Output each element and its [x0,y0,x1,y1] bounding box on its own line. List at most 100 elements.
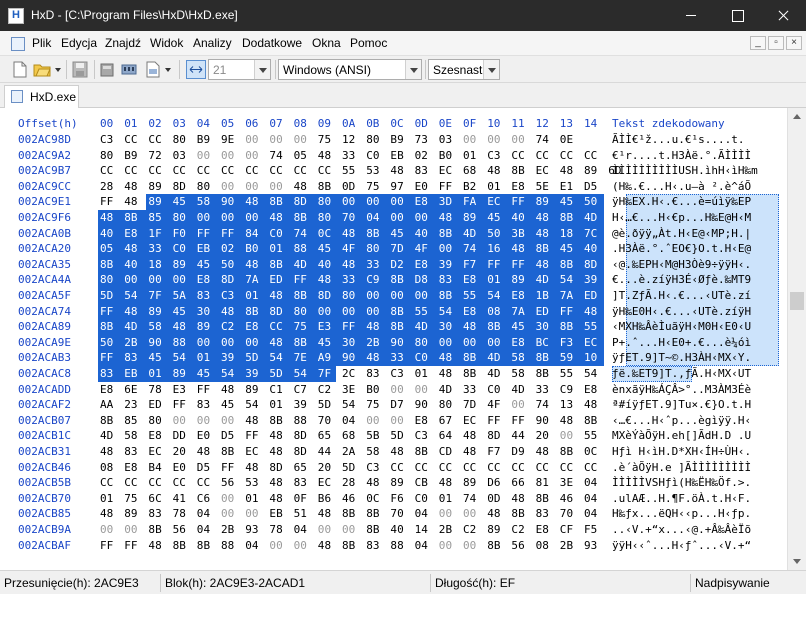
hex-byte[interactable]: 4D [124,320,147,333]
row-offset[interactable]: 002ACA9E [18,336,71,349]
hex-byte[interactable]: 48 [487,507,510,520]
hex-byte[interactable]: 00 [294,133,317,146]
hex-byte[interactable]: 39 [245,367,268,380]
hex-byte[interactable]: F7 [463,258,486,271]
hex-byte[interactable]: 48 [536,227,559,240]
hex-byte[interactable]: B9 [197,133,220,146]
row-offset[interactable]: 002ACADD [18,383,71,396]
hex-byte[interactable]: 83 [148,507,171,520]
hex-byte[interactable]: 01 [245,289,268,302]
hex-byte[interactable]: 00 [245,211,268,224]
hex-byte[interactable]: 75 [366,398,389,411]
hex-byte[interactable]: 39 [221,351,244,364]
row-decoded-text[interactable]: .ulAÆ..H.¶F.öÀ.t.H‹F. [612,492,751,505]
hex-byte[interactable]: 48 [173,320,196,333]
mdi-minimize-button[interactable]: _ [750,36,766,50]
hex-byte[interactable]: 80 [439,398,462,411]
hex-byte[interactable]: CC [197,164,220,177]
row-offset[interactable]: 002ACAB3 [18,351,71,364]
hex-byte[interactable]: 8D [269,305,292,318]
hex-byte[interactable]: CB [415,476,438,489]
hex-byte[interactable]: 8D [294,195,317,208]
hex-byte[interactable]: CC [536,149,559,162]
hex-byte[interactable]: EC [318,476,341,489]
hex-byte[interactable]: C2 [511,523,534,536]
hex-byte[interactable]: C3 [487,149,510,162]
scroll-thumb[interactable] [790,292,804,310]
hex-byte[interactable]: EB [197,242,220,255]
hex-byte[interactable]: 01 [100,492,123,505]
hex-byte[interactable]: 5D [390,429,413,442]
hex-byte[interactable]: 81 [536,476,559,489]
hex-byte[interactable]: 70 [390,507,413,520]
hex-byte[interactable]: 48 [245,258,268,271]
row-offset[interactable]: 002ACA5F [18,289,71,302]
hex-byte[interactable]: 00 [463,336,486,349]
hex-byte[interactable]: 4D [100,429,123,442]
hex-byte[interactable]: 90 [221,195,244,208]
hex-byte[interactable]: 89 [197,320,220,333]
hex-byte[interactable]: 23 [124,398,147,411]
minimize-button[interactable] [668,0,714,31]
hex-byte[interactable]: 00 [366,289,389,302]
hex-byte[interactable]: 48 [318,539,341,552]
hex-byte[interactable]: D7 [390,398,413,411]
disk-icon[interactable] [98,61,116,78]
tab-hxd-exe[interactable]: HxD.exe [4,85,79,108]
hex-byte[interactable]: 00 [390,211,413,224]
row-decoded-text[interactable]: ]T.ZƒÃ.H‹.€...‹UTè.zí [612,289,751,302]
hex-byte[interactable]: 48 [100,507,123,520]
hex-byte[interactable]: FF [100,351,123,364]
hex-byte[interactable]: 40 [584,242,607,255]
hex-byte[interactable]: 01 [269,398,292,411]
hex-byte[interactable]: 89 [245,383,268,396]
hex-byte[interactable]: 54 [245,398,268,411]
hex-byte[interactable]: 89 [463,211,486,224]
hex-byte[interactable]: 8B [100,414,123,427]
hex-byte[interactable]: FF [511,258,534,271]
hex-byte[interactable]: 8B [463,351,486,364]
hex-byte[interactable]: 80 [366,242,389,255]
hex-byte[interactable]: EC [584,336,607,349]
row-offset[interactable]: 002ACA4A [18,273,71,286]
hex-byte[interactable]: 48 [197,445,220,458]
hex-byte[interactable]: E8 [536,523,559,536]
hex-byte[interactable]: 74 [269,149,292,162]
hex-byte[interactable]: 39 [439,258,462,271]
hex-byte[interactable]: FF [124,539,147,552]
charset-combo[interactable]: Windows (ANSI) [278,59,422,80]
hex-byte[interactable]: CC [560,461,583,474]
hex-byte[interactable]: 48 [366,320,389,333]
row-decoded-text[interactable]: H‰ƒx...ëQH‹‹p...H‹ƒp. [612,507,751,520]
hex-byte[interactable]: 48 [511,242,534,255]
hex-byte[interactable]: FA [463,195,486,208]
hex-byte[interactable]: 45 [511,320,534,333]
mdi-close-button[interactable]: × [786,36,802,50]
hex-byte[interactable]: 01 [463,149,486,162]
hex-byte[interactable]: 00 [269,133,292,146]
hex-byte[interactable]: 8B [366,507,389,520]
open-dropdown-icon[interactable] [53,61,63,78]
app-icon[interactable] [8,8,24,24]
hex-byte[interactable]: 4D [536,273,559,286]
hex-byte[interactable]: 55 [342,164,365,177]
row-decoded-text[interactable]: ‹@.‰EPH‹M@H3Òè9÷ÿÿH‹. [612,258,751,271]
hex-byte[interactable]: 45 [318,336,341,349]
hex-byte[interactable]: C3 [366,461,389,474]
hex-byte[interactable]: 80 [318,211,341,224]
hex-byte[interactable]: 8D [487,429,510,442]
hex-byte[interactable]: 33 [342,149,365,162]
hex-byte[interactable]: 48 [269,476,292,489]
hex-byte[interactable]: C0 [173,242,196,255]
hex-byte[interactable]: F6 [390,492,413,505]
hex-byte[interactable]: 33 [342,273,365,286]
hex-byte[interactable]: B0 [366,383,389,396]
hex-byte[interactable]: 1B [536,289,559,302]
hex-byte[interactable]: 4D [439,383,462,396]
hex-byte[interactable]: 0D [487,492,510,505]
hex-byte[interactable]: 53 [245,476,268,489]
hex-byte[interactable]: 00 [100,523,123,536]
hex-byte[interactable]: 8B [463,367,486,380]
hex-byte[interactable]: 48 [318,273,341,286]
hex-byte[interactable]: 00 [463,507,486,520]
